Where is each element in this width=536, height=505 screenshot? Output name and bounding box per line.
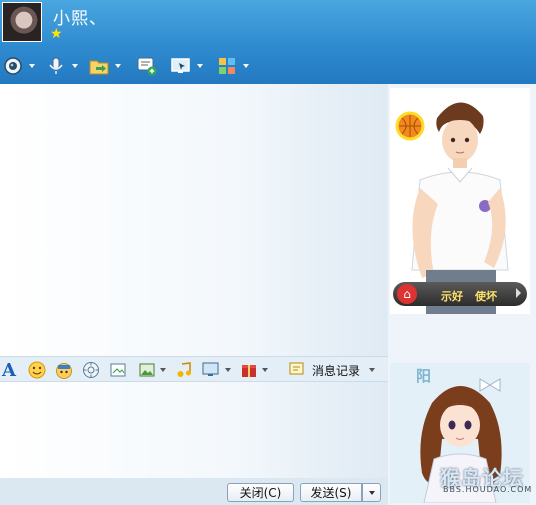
picture-icon [139, 363, 155, 377]
chat-header: 小熙、 ★ [0, 0, 536, 84]
contact-avatar[interactable] [2, 2, 42, 42]
forum-watermark-url: BBS.HOUDAO.COM [443, 485, 533, 494]
star-icon[interactable]: ★ [50, 27, 64, 41]
video-camera-icon [2, 55, 24, 77]
microphone-icon [45, 55, 67, 77]
magic-emoji-button[interactable] [55, 359, 73, 381]
emoji-button[interactable] [28, 359, 46, 381]
file-transfer-icon [88, 55, 110, 77]
font-button[interactable]: A [2, 359, 16, 381]
home-icon[interactable]: ⌂ [397, 284, 417, 304]
chevron-right-icon[interactable] [516, 288, 521, 298]
message-history-button[interactable]: 消息记录 [288, 359, 376, 381]
message-history[interactable] [0, 84, 388, 356]
boy-show-figure [395, 102, 509, 314]
contact-show-avatar[interactable] [390, 88, 530, 314]
chevron-down-icon[interactable] [197, 64, 203, 68]
greet-button[interactable]: 示好 [441, 288, 463, 304]
screen-capture-button[interactable] [109, 359, 127, 381]
window-shake-button[interactable] [82, 359, 100, 381]
video-button[interactable] [2, 52, 35, 80]
voice-button[interactable] [45, 52, 78, 80]
chat-toolbar [0, 52, 536, 80]
remote-desktop-button[interactable] [201, 359, 231, 381]
gift-box-icon [242, 365, 256, 377]
tease-button[interactable]: 使坏 [475, 288, 497, 304]
chevron-down-icon[interactable] [243, 64, 249, 68]
magic-face-icon [56, 363, 72, 379]
chevron-down-icon[interactable] [115, 64, 121, 68]
create-discussion-icon [136, 55, 158, 77]
chevron-down-icon[interactable] [262, 368, 268, 372]
apps-button[interactable] [216, 52, 249, 80]
send-button[interactable]: 发送(S) [300, 483, 362, 502]
chevron-down-icon[interactable] [369, 368, 376, 372]
send-file-button[interactable] [88, 52, 121, 80]
chevron-down-icon[interactable] [160, 368, 166, 372]
screen-capture-icon [110, 363, 126, 377]
music-button[interactable] [175, 359, 193, 381]
remote-assist-button[interactable] [170, 52, 203, 80]
message-history-label: 消息记录 [312, 363, 361, 378]
window-shake-icon [83, 362, 99, 378]
monitor-icon [202, 362, 219, 376]
music-note-icon [177, 362, 191, 377]
chevron-down-icon [368, 490, 375, 495]
chevron-down-icon[interactable] [72, 64, 78, 68]
gift-button[interactable] [240, 359, 268, 381]
apps-grid-icon [216, 55, 238, 77]
chat-window: 小熙、 ★ A 消息记录 关闭(C) 发送(S) ⌂ 示好 使坏 阳 猴岛论坛 … [0, 0, 536, 505]
history-icon [289, 362, 304, 375]
send-picture-button[interactable] [138, 359, 166, 381]
font-A-icon: A [2, 359, 16, 381]
chevron-down-icon[interactable] [225, 368, 231, 372]
create-discussion-button[interactable] [136, 52, 158, 80]
chevron-down-icon[interactable] [29, 64, 35, 68]
remote-assist-icon [170, 55, 192, 77]
smiley-icon [28, 361, 46, 379]
send-options-button[interactable] [362, 483, 381, 502]
message-toolbar: A 消息记录 [0, 356, 388, 382]
show-art-text: 阳 [416, 367, 432, 385]
message-input[interactable] [0, 382, 388, 478]
close-button[interactable]: 关闭(C) [227, 483, 294, 502]
